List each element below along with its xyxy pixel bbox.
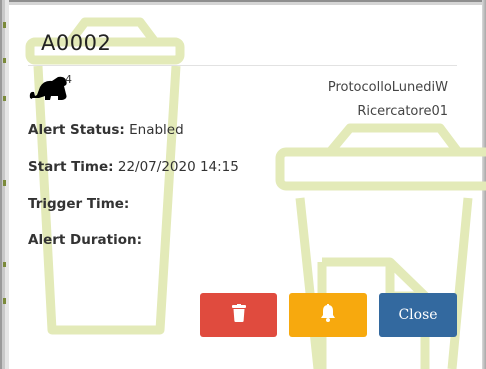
start-time-value: 22/07/2020 14:15 (117, 159, 239, 175)
bell-icon (320, 304, 336, 326)
alert-toggle-button[interactable] (289, 293, 367, 337)
window-top-edge (0, 0, 486, 5)
alert-duration-row: Alert Duration: (28, 232, 142, 248)
alert-duration-label: Alert Duration: (28, 232, 142, 248)
delete-button[interactable] (200, 293, 277, 337)
alert-status-row: Alert Status: Enabled (28, 122, 184, 138)
trigger-time-label: Trigger Time: (28, 196, 130, 212)
researcher-name: Ricercatore01 (357, 104, 448, 119)
window-left-edge (0, 0, 9, 369)
close-button[interactable]: Close (379, 293, 457, 337)
title-divider (28, 65, 457, 66)
protocol-name: ProtocolloLunediW (327, 80, 448, 95)
start-time-row: Start Time: 22/07/2020 14:15 (28, 159, 239, 175)
dialog-title: A0002 (41, 31, 112, 55)
record-info: ProtocolloLunediW Ricercatore01 (328, 76, 448, 124)
trigger-time-row: Trigger Time: (28, 196, 129, 212)
alert-status-value: Enabled (129, 122, 184, 138)
window-right-edge (482, 0, 486, 369)
dinosaur-count: 4 (65, 73, 72, 86)
trash-icon (231, 304, 246, 326)
start-time-label: Start Time: (28, 159, 114, 175)
alert-status-label: Alert Status: (28, 122, 125, 138)
